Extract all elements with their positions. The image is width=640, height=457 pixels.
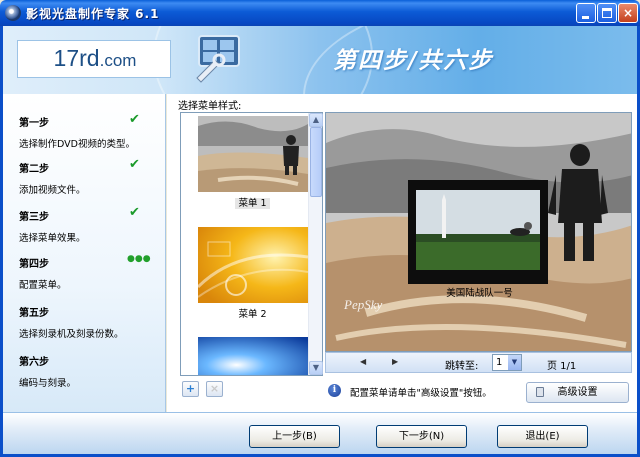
close-icon: × — [622, 6, 634, 20]
add-menu-button[interactable]: + — [182, 381, 199, 397]
video-thumbnail[interactable] — [408, 180, 548, 284]
step-3: 第三步 选择菜单效果。 — [19, 208, 86, 244]
menu-3-image — [198, 337, 308, 375]
menu-thumbnail-1[interactable] — [198, 116, 308, 192]
scroll-thumb[interactable] — [310, 127, 322, 197]
previous-step-button[interactable]: 上一步(B) — [249, 425, 340, 448]
menu-thumbnail-2[interactable] — [198, 227, 308, 303]
title-bar: 影视光盘制作专家 6.1 × — [0, 0, 640, 26]
advanced-settings-button[interactable]: 高级设置 — [526, 382, 629, 403]
menu-2-image — [198, 227, 308, 303]
step-desc: 配置菜单。 — [19, 280, 67, 291]
scroll-down-icon[interactable]: ▼ — [309, 361, 323, 375]
jump-to-label: 跳转至: — [445, 361, 479, 372]
progress-dots-icon: ●●● — [127, 254, 151, 264]
check-icon: ✔ — [129, 112, 140, 127]
preview-nav-bar: ◀ ▶ 跳转至: 1 ▼ 页 1/1 — [325, 352, 632, 373]
step-title: 第六步 — [19, 357, 49, 368]
logo: 17rd.com — [17, 40, 171, 78]
remove-icon: × — [209, 382, 220, 395]
logo-suffix: .com — [99, 51, 137, 70]
minimize-icon — [582, 16, 589, 19]
page-select-value: 1 — [496, 357, 503, 368]
sidebar: 第一步 选择制作DVD视频的类型。 ✔ 第二步 添加视频文件。 ✔ 第三步 选择… — [3, 94, 166, 412]
maximize-button[interactable] — [597, 3, 617, 23]
window-title: 影视光盘制作专家 6.1 — [26, 7, 160, 21]
info-icon: i — [328, 384, 341, 397]
step-banner: 第四步/共六步 — [333, 47, 494, 74]
menu-list-scrollbar[interactable]: ▲ ▼ — [308, 113, 323, 375]
menu-thumbnail-3[interactable] — [198, 337, 308, 375]
menu-2-caption: 菜单 2 — [238, 309, 267, 320]
tools-icon — [196, 35, 240, 83]
next-step-button[interactable]: 下一步(N) — [376, 425, 467, 448]
page-select[interactable]: 1 ▼ — [492, 354, 522, 371]
close-button[interactable]: × — [618, 3, 638, 23]
step-title: 第二步 — [19, 164, 49, 175]
chevron-down-icon[interactable]: ▼ — [508, 355, 521, 370]
disc-icon — [5, 5, 21, 21]
step-desc: 选择刻录机及刻录份数。 — [19, 329, 124, 340]
menu-preview: 美国陆战队一号 PepSky — [325, 112, 632, 352]
header-banner: 17rd.com 第四步/共六步 — [3, 26, 637, 94]
minimize-button[interactable] — [576, 3, 596, 23]
prev-page-icon[interactable]: ◀ — [360, 357, 366, 366]
add-icon: + — [185, 382, 196, 395]
watermark: PepSky — [344, 297, 383, 312]
next-page-icon[interactable]: ▶ — [392, 357, 398, 366]
menu-style-label: 选择菜单样式: — [178, 101, 242, 112]
step-title: 第五步 — [19, 308, 49, 319]
info-text: 配置菜单请单击"高级设置"按钮。 — [350, 388, 492, 399]
logo-text: 17rd — [53, 45, 100, 71]
menu-1-image — [198, 116, 308, 192]
step-6: 第六步 编码与刻录。 — [19, 353, 76, 389]
scroll-up-icon[interactable]: ▲ — [309, 113, 323, 127]
step-title: 第三步 — [19, 212, 49, 223]
check-icon: ✔ — [129, 205, 140, 220]
maximize-icon — [602, 8, 612, 18]
remove-menu-button[interactable]: × — [206, 381, 223, 397]
step-title: 第四步 — [19, 259, 49, 270]
advanced-settings-label: 高级设置 — [557, 387, 598, 398]
step-4: 第四步 配置菜单。 — [19, 255, 67, 291]
step-desc: 添加视频文件。 — [19, 185, 86, 196]
step-desc: 选择制作DVD视频的类型。 — [19, 139, 135, 150]
menu-1-caption: 菜单 1 — [235, 198, 270, 209]
exit-button[interactable]: 退出(E) — [497, 425, 588, 448]
step-title: 第一步 — [19, 118, 49, 129]
page-indicator: 页 1/1 — [547, 361, 577, 372]
step-5: 第五步 选择刻录机及刻录份数。 — [19, 304, 124, 340]
check-icon: ✔ — [129, 157, 140, 172]
lock-icon — [536, 387, 544, 397]
video-image — [408, 180, 548, 284]
step-1: 第一步 选择制作DVD视频的类型。 — [19, 114, 135, 150]
step-desc: 编码与刻录。 — [19, 378, 77, 389]
step-desc: 选择菜单效果。 — [19, 233, 86, 244]
step-2: 第二步 添加视频文件。 — [19, 160, 86, 196]
menu-style-list[interactable]: 菜单 1 菜单 2 — [180, 112, 323, 376]
